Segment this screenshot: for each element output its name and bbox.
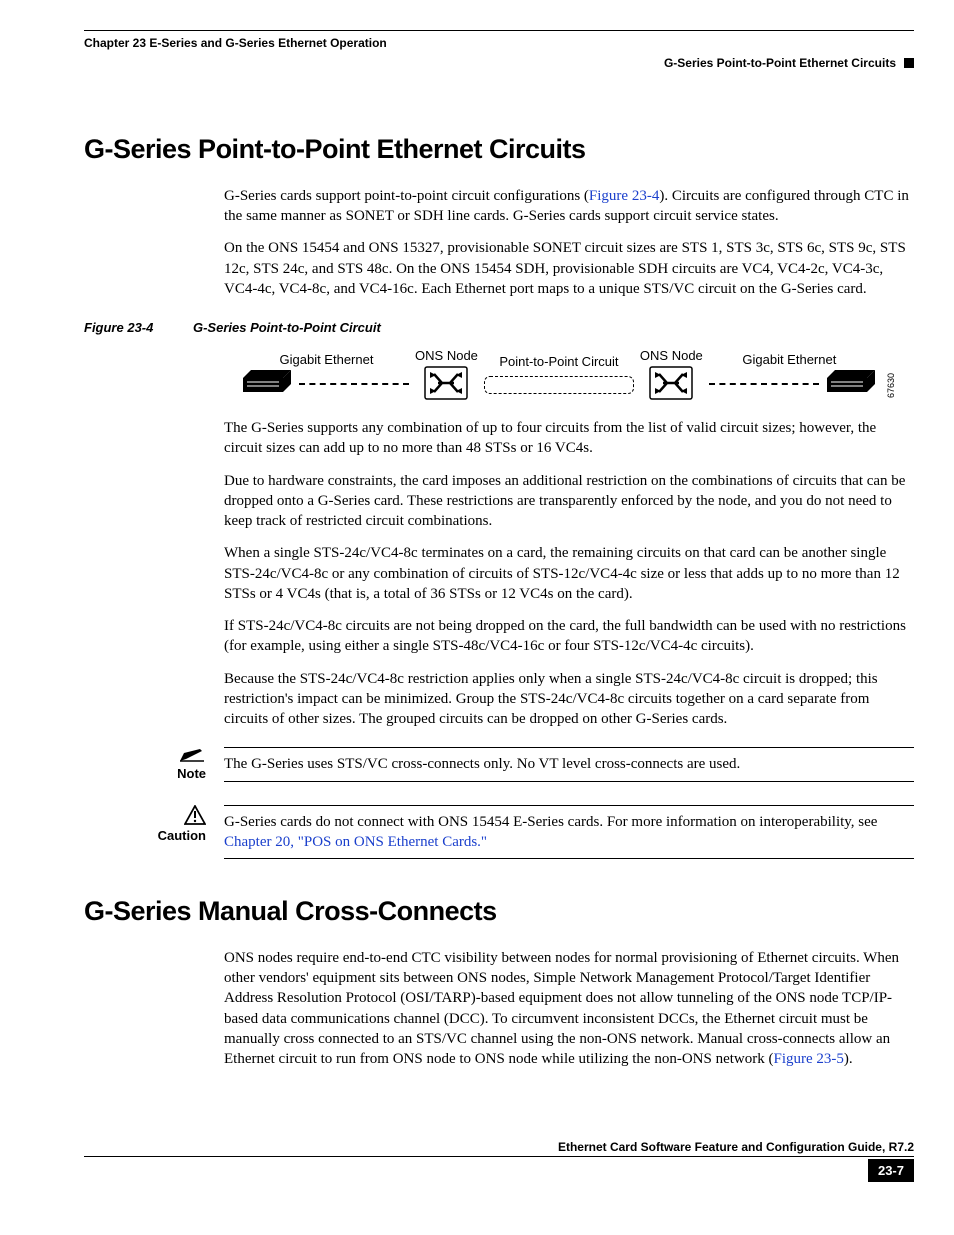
para-intro: G-Series cards support point-to-point ci… [224,186,914,227]
label-ons-node-right: ONS Node [640,347,703,365]
para-sizes: On the ONS 15454 and ONS 15327, provisio… [224,238,914,299]
para-manual-xc: ONS nodes require end-to-end CTC visibil… [224,948,914,1070]
link-figure-23-5[interactable]: Figure 23-5 [774,1051,844,1067]
caution-block: Caution G-Series cards do not connect wi… [84,805,914,860]
ons-node-icon [424,366,468,400]
para-no24: If STS-24c/VC4-8c circuits are not being… [224,616,914,657]
switch-icon [825,368,877,398]
page-number-badge: 23-7 [868,1159,914,1183]
note-label: Note [177,765,206,783]
link-chapter-20[interactable]: Chapter 20, "POS on ONS Ethernet Cards." [224,834,487,850]
note-block: Note The G-Series uses STS/VC cross-conn… [84,747,914,783]
figure-title: G-Series Point-to-Point Circuit [193,320,381,335]
para-combo: The G-Series supports any combination of… [224,418,914,459]
figure-number: Figure 23-4 [84,319,153,337]
label-ptp-circuit: Point-to-Point Circuit [499,353,618,371]
chapter-title: Chapter 23 E-Series and G-Series Etherne… [84,35,914,51]
label-ons-node-left: ONS Node [415,347,478,365]
caution-text: G-Series cards do not connect with ONS 1… [224,805,914,860]
ethernet-link-right [709,383,819,385]
link-figure-23-4[interactable]: Figure 23-4 [589,188,659,204]
label-gige-right: Gigabit Ethernet [742,351,836,369]
note-pen-icon [178,747,206,763]
heading-manual-xconnects: G-Series Manual Cross-Connects [84,893,914,929]
header-square-icon [904,58,914,68]
caution-label: Caution [158,827,206,845]
running-section-title: G-Series Point-to-Point Ethernet Circuit… [664,55,896,71]
figure-caption-23-4: Figure 23-4 G-Series Point-to-Point Circ… [84,319,914,337]
page-footer: Ethernet Card Software Feature and Confi… [84,1139,914,1182]
ons-node-icon [649,366,693,400]
ptp-dashed-box [484,376,634,394]
footer-book-title: Ethernet Card Software Feature and Confi… [558,1139,914,1155]
caution-triangle-icon [184,805,206,825]
header-rule-top [84,30,914,31]
para-sts24: When a single STS-24c/VC4-8c terminates … [224,543,914,604]
para-constraints: Due to hardware constraints, the card im… [224,471,914,532]
ethernet-link-left [299,383,409,385]
label-gige-left: Gigabit Ethernet [280,351,374,369]
switch-icon [241,368,293,398]
note-text: The G-Series uses STS/VC cross-connects … [224,747,914,781]
para-restriction: Because the STS-24c/VC4-8c restriction a… [224,669,914,730]
diagram-p2p-circuit: x ONS Node Gigabit Ethernet Point-to-Poi… [224,347,914,401]
running-head: G-Series Point-to-Point Ethernet Circuit… [84,55,914,71]
heading-gseries-p2p: G-Series Point-to-Point Ethernet Circuit… [84,131,914,167]
diagram-id: 67630 [885,373,897,398]
